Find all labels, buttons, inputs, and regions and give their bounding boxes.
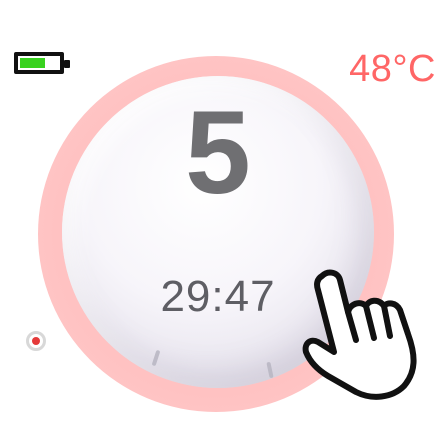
hand-pointer-icon	[302, 269, 417, 400]
knob-tick-left	[151, 349, 161, 367]
battery-fill	[20, 58, 46, 68]
heat-level: 5	[185, 87, 251, 219]
radio-dot-icon[interactable]	[26, 331, 46, 351]
knob-tick-right	[266, 361, 274, 379]
temperature-readout: 48°C	[349, 48, 436, 90]
battery-icon	[14, 52, 70, 74]
